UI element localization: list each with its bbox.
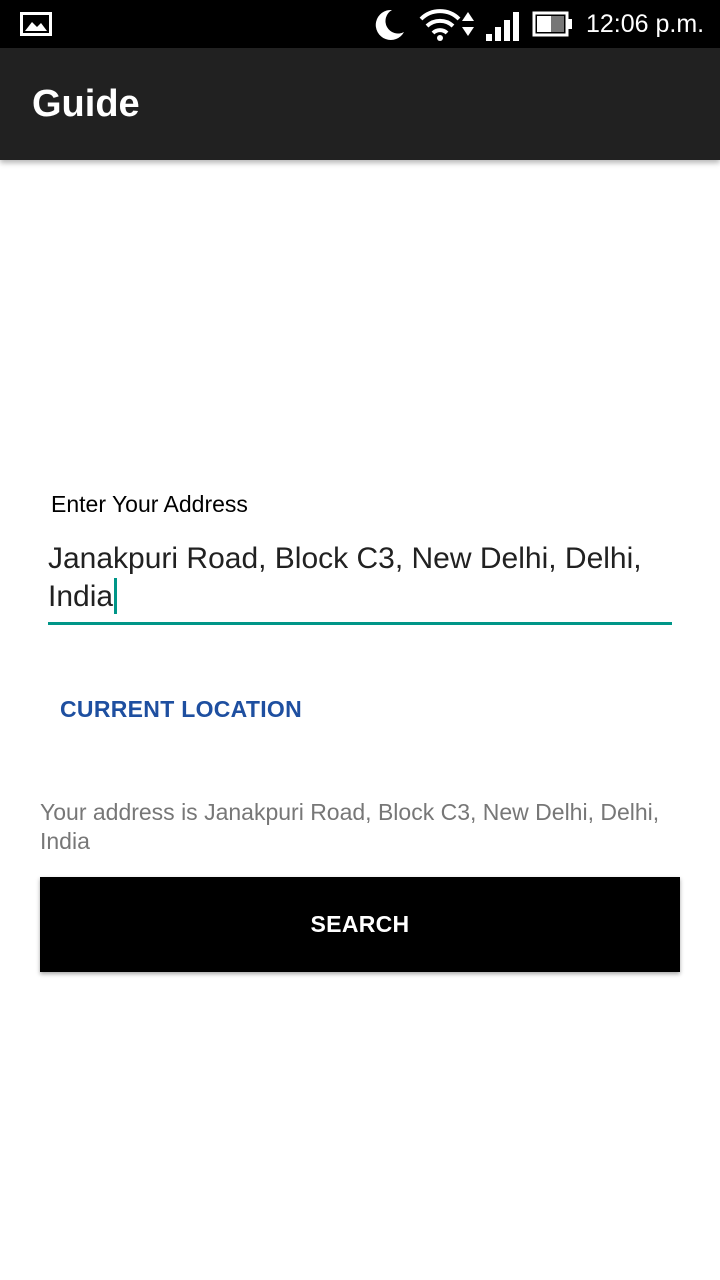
search-button-label: SEARCH — [310, 911, 410, 937]
address-input-underline — [48, 622, 672, 625]
battery-icon — [532, 11, 572, 37]
app-title: Guide — [32, 83, 140, 125]
address-result-text: Your address is Janakpuri Road, Block C3… — [40, 799, 660, 854]
text-cursor — [114, 578, 118, 614]
current-location-button[interactable]: CURRENT LOCATION — [48, 686, 308, 734]
address-label: Enter Your Address — [51, 491, 248, 517]
app-bar: Guide — [0, 48, 720, 160]
address-input[interactable]: Janakpuri Road, Block C3, New Delhi, Del… — [48, 540, 672, 624]
wifi-icon — [419, 9, 461, 41]
moon-icon — [375, 9, 404, 40]
signal-icon — [486, 12, 519, 41]
status-bar: 12:06 p.m. — [0, 0, 720, 48]
status-time: 12:06 p.m. — [586, 10, 705, 38]
data-arrows-icon — [462, 12, 474, 36]
address-input-value: Janakpuri Road, Block C3, New Delhi, Del… — [48, 542, 642, 613]
gallery-icon — [20, 12, 52, 36]
search-button[interactable]: SEARCH — [40, 877, 680, 972]
